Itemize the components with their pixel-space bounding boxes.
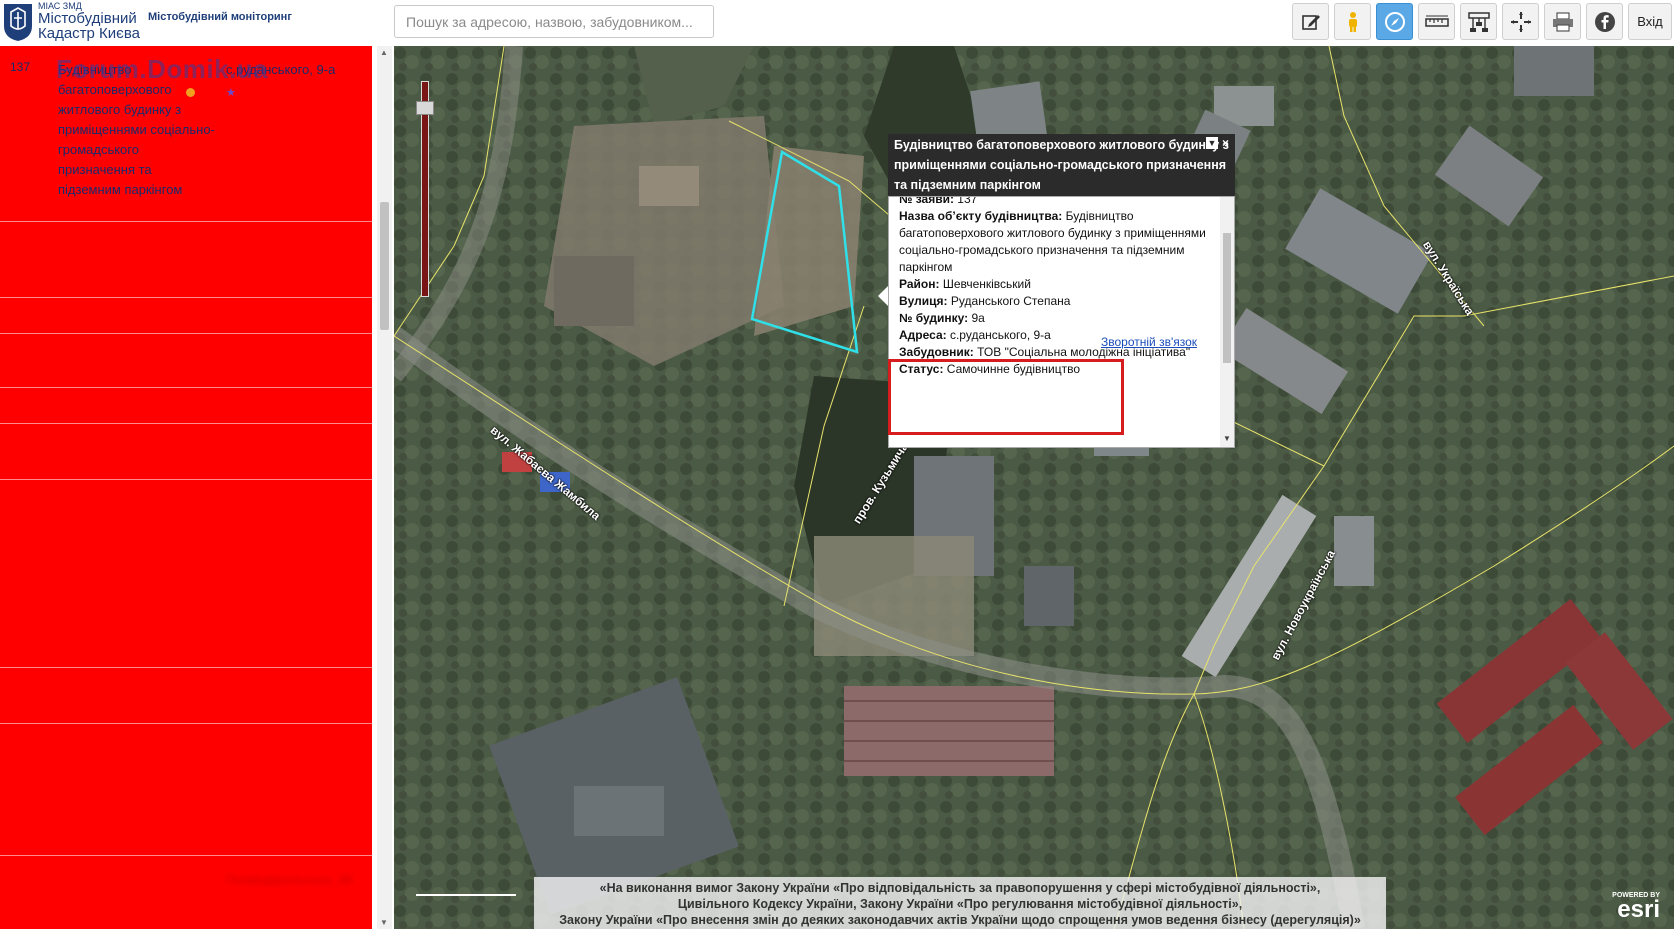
facebook-button[interactable] — [1586, 3, 1623, 40]
layers-button[interactable] — [1460, 3, 1497, 40]
popup-pointer — [878, 286, 888, 306]
logo-line-2: Кадастр Києва — [38, 25, 140, 42]
list-item[interactable] — [0, 388, 372, 424]
print-button[interactable] — [1544, 3, 1581, 40]
esri-wordmark: esri — [1617, 896, 1660, 923]
streetview-person-icon — [1348, 11, 1357, 32]
scroll-up-arrow-icon[interactable]: ▲ — [380, 48, 388, 57]
satellite-map[interactable]: вул. Жабаєва Жамбила пров. Кузьмича вул.… — [394, 46, 1674, 929]
crosshair-icon — [1510, 11, 1531, 32]
logo-line-1: Містобудівний — [38, 10, 137, 27]
minimize-icon[interactable]: ▼ — [1205, 137, 1218, 149]
legal-notice: «На виконання вимог Закону України «Про … — [534, 877, 1386, 929]
map-scale-bar — [416, 894, 516, 898]
objects-list-panel: 137 Будівництво багатоповерхового житлов… — [0, 46, 392, 929]
zoom-slider-handle[interactable] — [416, 101, 434, 115]
popup-controls: ▼ × — [1205, 137, 1229, 149]
app-header: МІАС ЗМД Містобудівний Кадастр Києва Міс… — [0, 0, 1674, 44]
scroll-down-arrow-icon[interactable]: ▼ — [1223, 434, 1231, 443]
field-value: Руданського Степана — [950, 294, 1071, 308]
map-toolbar: Вхід — [1292, 3, 1672, 40]
popup-row-number: № заяви: 137 — [899, 196, 1214, 208]
field-label: № заяви: — [899, 196, 954, 206]
field-label: Назва об’єкту будівництва: — [899, 209, 1063, 223]
field-value: с.руданського, 9-а — [949, 328, 1051, 342]
field-label: Забудовник: — [899, 345, 974, 359]
list-scrollbar[interactable]: ▲ ▼ — [377, 46, 392, 929]
field-value: 137 — [957, 196, 978, 206]
compass-icon — [1384, 11, 1405, 32]
scroll-down-arrow-icon[interactable]: ▼ — [380, 918, 388, 927]
list-item[interactable] — [0, 424, 372, 480]
legal-notice-line: Цивільного Кодексу України, Закону Украї… — [677, 897, 1243, 911]
popup-row-name: Назва об’єкту будівництва: Будівництво б… — [899, 208, 1214, 276]
facebook-icon — [1594, 11, 1615, 32]
popup-title-text: Будівництво багатоповерхового житлового … — [894, 138, 1229, 192]
popup-row-street: Вулиця: Руданського Степана — [899, 293, 1214, 310]
field-label: Район: — [899, 277, 940, 291]
status-dot-icon — [186, 88, 195, 97]
search-input[interactable] — [394, 5, 714, 38]
login-button[interactable]: Вхід — [1628, 3, 1672, 40]
list-item-address: Потвіндірольська, 28 — [226, 872, 353, 887]
list-scrollbar-thumb[interactable] — [380, 202, 389, 330]
object-info-popup: Будівництво багатоповерхового житлового … — [878, 134, 1235, 448]
popup-row-district: Район: Шевченківський — [899, 276, 1214, 293]
popup-scrollbar[interactable]: ▼ — [1220, 197, 1234, 447]
forum-watermark: Forum.Domik.ua — [56, 54, 269, 84]
close-icon[interactable]: × — [1222, 137, 1229, 149]
field-value: 9а — [971, 311, 985, 325]
edit-icon — [1301, 14, 1320, 30]
printer-icon — [1552, 11, 1573, 32]
layers-tree-icon — [1467, 11, 1490, 32]
list-item[interactable]: Потвіндірольська, 28 — [0, 856, 372, 929]
list-item[interactable] — [0, 334, 372, 388]
app-title: Містобудівний моніторинг — [148, 11, 292, 23]
field-label: № будинку: — [899, 311, 969, 325]
popup-title: Будівництво багатоповерхового житлового … — [888, 134, 1235, 196]
legal-notice-line: Закону України «Про внесення змін до дея… — [559, 913, 1361, 927]
list-item[interactable]: 137 Будівництво багатоповерхового житлов… — [0, 46, 372, 222]
feedback-link[interactable]: Зворотній зв'язок — [1101, 335, 1197, 349]
list-item[interactable] — [0, 298, 372, 334]
field-value: Шевченківський — [942, 277, 1031, 291]
popup-details: № заяви: 137 Назва об’єкту будівництва: … — [899, 196, 1214, 378]
popup-scrollbar-thumb[interactable] — [1223, 233, 1231, 363]
kyiv-coat-of-arms-icon — [4, 4, 32, 41]
list-item[interactable] — [0, 222, 372, 298]
measure-ruler-icon — [1424, 15, 1449, 27]
edit-button[interactable] — [1292, 3, 1329, 40]
logo-text: МІАС ЗМД Містобудівний Кадастр Києва — [38, 0, 140, 42]
highlight-box — [888, 359, 1124, 435]
popup-row-building: № будинку: 9а — [899, 310, 1214, 327]
streetview-button[interactable] — [1334, 3, 1371, 40]
logo[interactable]: МІАС ЗМД Містобудівний Кадастр Києва — [0, 0, 140, 44]
list-item[interactable] — [0, 480, 372, 668]
esri-logo[interactable]: POWERED BY esri — [1612, 892, 1660, 923]
compass-button[interactable] — [1376, 3, 1413, 40]
objects-list: 137 Будівництво багатоповерхового житлов… — [0, 46, 372, 929]
locate-button[interactable] — [1502, 3, 1539, 40]
list-item-number: 137 — [10, 60, 31, 74]
field-label: Вулиця: — [899, 294, 948, 308]
list-item[interactable] — [0, 724, 372, 856]
field-label: Адреса: — [899, 328, 947, 342]
measure-button[interactable] — [1418, 3, 1455, 40]
star-icon: ★ — [226, 87, 236, 99]
legal-notice-line: «На виконання вимог Закону України «Про … — [599, 881, 1321, 895]
list-item[interactable] — [0, 668, 372, 724]
